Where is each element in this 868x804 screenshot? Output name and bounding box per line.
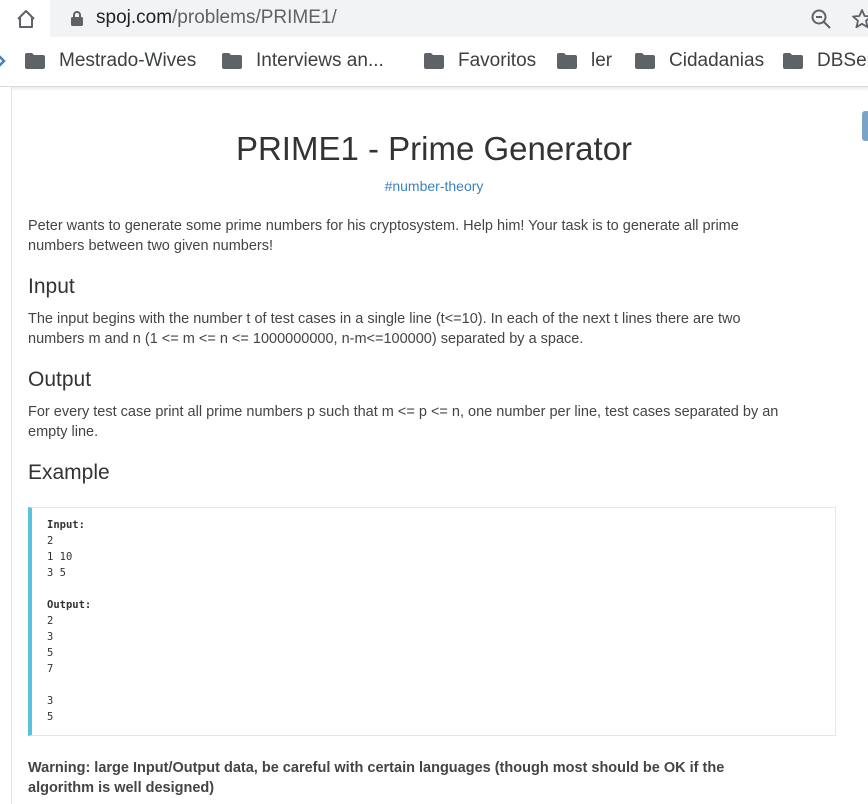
bookmark-star-icon[interactable] — [850, 7, 868, 31]
folder-icon — [222, 53, 242, 69]
example-output-line: 3 — [47, 695, 54, 707]
example-output-line: 7 — [47, 663, 54, 675]
example-output-line: 5 — [47, 647, 54, 659]
folder-icon — [635, 53, 655, 69]
input-line: numbers m and n (1 <= m <= n <= 10000000… — [28, 331, 584, 347]
output-heading: Output — [28, 368, 92, 391]
input-heading: Input — [28, 275, 75, 298]
folder-icon — [557, 53, 577, 69]
zoom-icon[interactable] — [809, 7, 833, 31]
example-output-label: Output: — [47, 599, 92, 611]
warning-line: algorithm is well designed) — [28, 780, 215, 796]
url-text[interactable]: spoj.com/problems/PRIME1/ — [96, 7, 337, 29]
intro-line: Peter wants to generate some prime numbe… — [28, 218, 739, 234]
problem-tag-link[interactable]: #number-theory — [0, 178, 868, 194]
problem-intro: Peter wants to generate some prime numbe… — [28, 216, 828, 256]
bookmark-label: DBSer — [817, 50, 868, 71]
bookmark-label: ler — [591, 50, 613, 71]
warning-line: Warning: large Input/Output data, be car… — [28, 760, 725, 776]
url-path: /problems/PRIME1/ — [172, 7, 337, 28]
example-input: Input: 2 1 10 3 5 — [47, 517, 85, 581]
lock-icon[interactable] — [70, 10, 84, 26]
folder-icon — [783, 53, 803, 69]
bookmark-dbser[interactable]: DBSer — [783, 49, 868, 73]
bookmarks-bar: Mestrado-Wives Interviews an... Favorito… — [0, 37, 868, 87]
output-description: For every test case print all prime numb… — [28, 402, 828, 442]
example-heading: Example — [28, 461, 110, 484]
example-input-line: 3 5 — [47, 567, 66, 579]
example-output-line — [47, 677, 91, 693]
bookmark-interviews[interactable]: Interviews an... — [222, 49, 384, 73]
url-host: spoj.com — [96, 7, 173, 28]
intro-line: numbers between two given numbers! — [28, 238, 274, 254]
output-line: For every test case print all prime numb… — [28, 404, 779, 420]
problem-title: PRIME1 - Prime Generator — [235, 130, 633, 167]
home-icon[interactable] — [15, 8, 37, 30]
warning-text: Warning: large Input/Output data, be car… — [28, 758, 828, 798]
output-line: empty line. — [28, 424, 99, 440]
input-line: The input begins with the number t of te… — [28, 311, 741, 327]
folder-icon — [25, 53, 45, 69]
example-output-line: 3 — [47, 631, 54, 643]
example-input-line: 2 — [47, 535, 54, 547]
bookmark-mestrado-wives[interactable]: Mestrado-Wives — [25, 49, 196, 73]
folder-icon — [424, 53, 444, 69]
page-top-shadow — [12, 87, 868, 91]
input-description: The input begins with the number t of te… — [28, 309, 828, 349]
bookmark-ler[interactable]: ler — [557, 49, 612, 73]
bookmark-label: Interviews an... — [256, 50, 384, 71]
bookmark-app-icon[interactable] — [0, 53, 6, 69]
example-code-block[interactable]: Input: 2 1 10 3 5 Output: 2 3 5 7 3 5 — [28, 507, 836, 736]
bookmark-favoritos[interactable]: Favoritos — [424, 49, 536, 73]
page-left-border — [11, 87, 12, 804]
example-output-line: 5 — [47, 711, 54, 723]
example-output-line: 2 — [47, 615, 54, 627]
bookmark-label: Cidadanias — [669, 50, 765, 71]
example-output: Output: 2 3 5 7 3 5 — [47, 597, 91, 725]
example-input-line: 1 10 — [47, 551, 73, 563]
bookmark-label: Favoritos — [458, 50, 537, 71]
example-input-label: Input: — [47, 519, 85, 531]
problem-page: PRIME1 - Prime Generator #number-theory … — [0, 87, 868, 804]
browser-toolbar: spoj.com/problems/PRIME1/ — [0, 0, 868, 37]
bookmark-cidadanias[interactable]: Cidadanias — [635, 49, 764, 73]
bookmark-label: Mestrado-Wives — [59, 50, 197, 71]
